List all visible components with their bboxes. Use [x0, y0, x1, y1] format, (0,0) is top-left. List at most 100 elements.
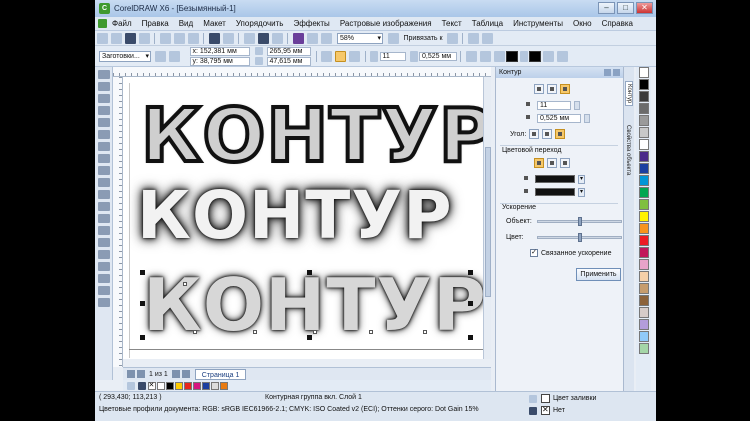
linked-accel-checkbox[interactable]: ✓ — [530, 249, 538, 257]
clockwise-blend-icon[interactable] — [547, 158, 557, 168]
palette-color-swatch[interactable] — [174, 381, 183, 390]
fill-color-dropdown[interactable]: ▾ — [578, 187, 585, 197]
round-corner-icon[interactable] — [542, 129, 553, 139]
contour-node[interactable] — [423, 330, 427, 334]
smart-fill-tool-icon[interactable] — [97, 130, 110, 139]
connector-tool-icon[interactable] — [97, 226, 110, 235]
export-icon[interactable] — [271, 32, 283, 44]
outline-pen-icon[interactable] — [493, 50, 505, 62]
text-tool-icon[interactable] — [97, 190, 110, 199]
page-tab[interactable]: Страница 1 — [194, 368, 247, 380]
preset-combo[interactable]: Заготовки... — [99, 50, 151, 62]
polygon-tool-icon[interactable] — [97, 166, 110, 175]
blend-tool-icon[interactable] — [97, 238, 110, 247]
palette-color-swatch[interactable] — [192, 381, 201, 390]
eyedropper-icon[interactable] — [138, 381, 146, 390]
contour-node[interactable] — [369, 330, 373, 334]
outline-indicator[interactable]: Нет — [527, 405, 565, 415]
outside-contour-icon[interactable] — [349, 50, 360, 62]
bevel-corner-icon[interactable] — [555, 129, 566, 139]
palette-color-swatch[interactable] — [639, 127, 649, 138]
inside-contour-icon[interactable] — [547, 84, 557, 94]
palette-color-swatch[interactable] — [639, 115, 649, 126]
eyedropper-tool-icon[interactable] — [97, 262, 110, 271]
scrollbar-thumb[interactable] — [485, 147, 491, 297]
fill-indicator[interactable]: Цвет заливки — [527, 394, 596, 403]
table-tool-icon[interactable] — [97, 202, 110, 211]
snap-to-label[interactable]: Привязать к — [404, 35, 443, 42]
outside-contour-icon[interactable] — [560, 84, 570, 94]
contour-text-top[interactable]: КОНТУР — [139, 91, 483, 181]
offset-spinner[interactable] — [584, 113, 590, 123]
selection-handle[interactable] — [468, 270, 473, 275]
palette-color-swatch[interactable] — [639, 79, 649, 90]
palette-color-swatch[interactable] — [639, 211, 649, 222]
zoom-tool-icon[interactable] — [97, 106, 110, 115]
width-field[interactable]: 265,95 мм — [266, 46, 311, 56]
outline-color-swatch[interactable] — [506, 50, 518, 62]
copy-icon[interactable] — [173, 32, 185, 44]
selection-handle[interactable] — [140, 301, 145, 306]
menu-help[interactable]: Справка — [597, 19, 638, 28]
full-screen-icon[interactable] — [388, 32, 399, 44]
menu-layout[interactable]: Макет — [198, 19, 231, 28]
palette-color-swatch[interactable] — [639, 67, 649, 78]
options-icon[interactable] — [467, 32, 479, 44]
apply-button[interactable]: Применить — [576, 268, 621, 281]
outline-tool-icon[interactable] — [97, 274, 110, 283]
rectangle-tool-icon[interactable] — [97, 142, 110, 151]
save-icon[interactable] — [124, 32, 136, 44]
docker-collapse-icon[interactable] — [604, 69, 611, 76]
menu-text[interactable]: Текст — [437, 19, 467, 28]
menu-table[interactable]: Таблица — [467, 19, 508, 28]
palette-color-swatch[interactable] — [219, 381, 228, 390]
add-preset-icon[interactable] — [155, 50, 166, 62]
contour-node[interactable] — [193, 330, 197, 334]
palette-color-swatch[interactable] — [639, 139, 649, 150]
welcome-screen-icon[interactable] — [306, 32, 318, 44]
basic-shapes-tool-icon[interactable] — [97, 178, 110, 187]
drawing-canvas[interactable]: КОНТУР КОНТУР КОНТУР — [123, 77, 483, 359]
contour-steps-field[interactable]: 11 — [379, 51, 406, 61]
fill-tool-icon[interactable] — [97, 286, 110, 295]
menu-bitmaps[interactable]: Растровые изображения — [335, 19, 437, 28]
slider-knob[interactable] — [578, 217, 582, 226]
palette-color-swatch[interactable] — [210, 381, 219, 390]
docker-steps-field[interactable]: 11 — [537, 100, 571, 110]
palette-color-swatch[interactable] — [639, 259, 649, 270]
inside-contour-icon[interactable] — [335, 50, 346, 62]
ellipse-tool-icon[interactable] — [97, 154, 110, 163]
fill-color-box[interactable] — [535, 188, 575, 196]
palette-color-swatch[interactable] — [183, 381, 192, 390]
to-center-icon[interactable] — [534, 84, 544, 94]
shape-tool-icon[interactable] — [97, 82, 110, 91]
contour-node[interactable] — [313, 330, 317, 334]
redo-icon[interactable] — [222, 32, 234, 44]
maximize-icon[interactable]: □ — [617, 2, 634, 14]
menu-effects[interactable]: Эффекты — [288, 19, 334, 28]
clear-contour-icon[interactable] — [556, 50, 568, 62]
first-page-icon[interactable] — [127, 370, 135, 378]
object-accel-slider[interactable] — [537, 217, 622, 226]
app-launcher-icon[interactable] — [292, 32, 304, 44]
zoom-combo[interactable]: 58% — [337, 32, 383, 44]
horizontal-ruler[interactable] — [113, 67, 491, 77]
transparency-tool-icon[interactable] — [97, 250, 110, 259]
next-page-icon[interactable] — [171, 370, 180, 378]
new-document-icon[interactable] — [96, 32, 108, 44]
pick-tool-icon[interactable] — [97, 70, 110, 79]
palette-color-swatch[interactable] — [639, 343, 649, 354]
close-icon[interactable]: ✕ — [636, 2, 653, 14]
last-page-icon[interactable] — [181, 370, 190, 378]
y-position-field[interactable]: y: 38,795 мм — [189, 56, 250, 66]
corel-connect-icon[interactable] — [320, 32, 332, 44]
height-field[interactable]: 47,615 мм — [266, 56, 311, 66]
palette-color-swatch[interactable] — [639, 223, 649, 234]
selection-handle[interactable] — [307, 335, 312, 340]
palette-color-swatch[interactable] — [639, 163, 649, 174]
import-icon[interactable] — [257, 32, 269, 44]
palette-color-swatch[interactable] — [639, 103, 649, 114]
crop-tool-icon[interactable] — [97, 94, 110, 103]
selection-handle[interactable] — [468, 301, 473, 306]
fill-color-swatch[interactable] — [529, 50, 541, 62]
